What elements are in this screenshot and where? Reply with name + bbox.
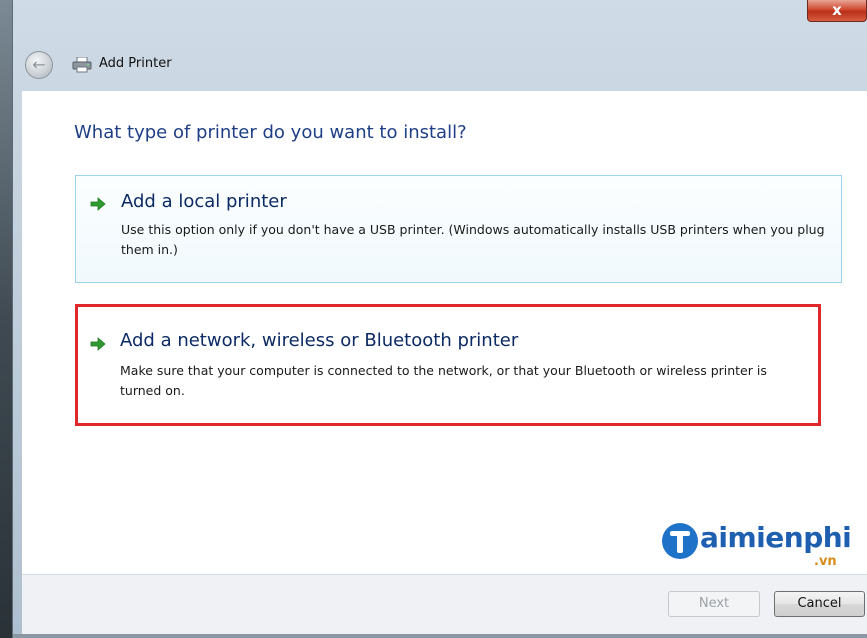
window-bottom-border — [13, 634, 867, 638]
close-button[interactable]: x — [807, 0, 867, 22]
printer-icon — [72, 57, 92, 73]
cancel-button[interactable]: Cancel — [774, 591, 865, 617]
window-title: Add Printer — [99, 56, 172, 71]
desktop-background — [0, 0, 12, 638]
title-bar: ← Add Printer — [13, 40, 867, 90]
option-description: Use this option only if you don't have a… — [121, 222, 825, 257]
back-arrow-icon: ← — [32, 55, 46, 74]
back-button[interactable]: ← — [25, 51, 53, 79]
close-icon: x — [832, 1, 842, 19]
option-description: Make sure that your computer is connecte… — [120, 363, 767, 398]
wizard-content: What type of printer do you want to inst… — [22, 91, 867, 574]
add-local-printer-option[interactable]: Add a local printer Use this option only… — [75, 175, 842, 283]
taimienphi-logo-icon — [662, 523, 698, 559]
watermark-brand: aimienphi — [700, 521, 852, 554]
option-title: Add a network, wireless or Bluetooth pri… — [120, 330, 519, 351]
page-heading: What type of printer do you want to inst… — [74, 122, 467, 143]
watermark-domain: .vn — [814, 554, 837, 569]
next-button[interactable]: Next — [668, 591, 760, 617]
option-title: Add a local printer — [121, 191, 287, 212]
add-network-printer-option[interactable]: Add a network, wireless or Bluetooth pri… — [75, 304, 821, 426]
add-printer-window: x ← Add Printer What type of printer do … — [12, 0, 867, 638]
green-arrow-icon — [90, 337, 106, 351]
wizard-footer: Next Cancel — [22, 574, 867, 638]
green-arrow-icon — [90, 197, 106, 211]
taimienphi-watermark: aimienphi .vn — [662, 521, 862, 571]
